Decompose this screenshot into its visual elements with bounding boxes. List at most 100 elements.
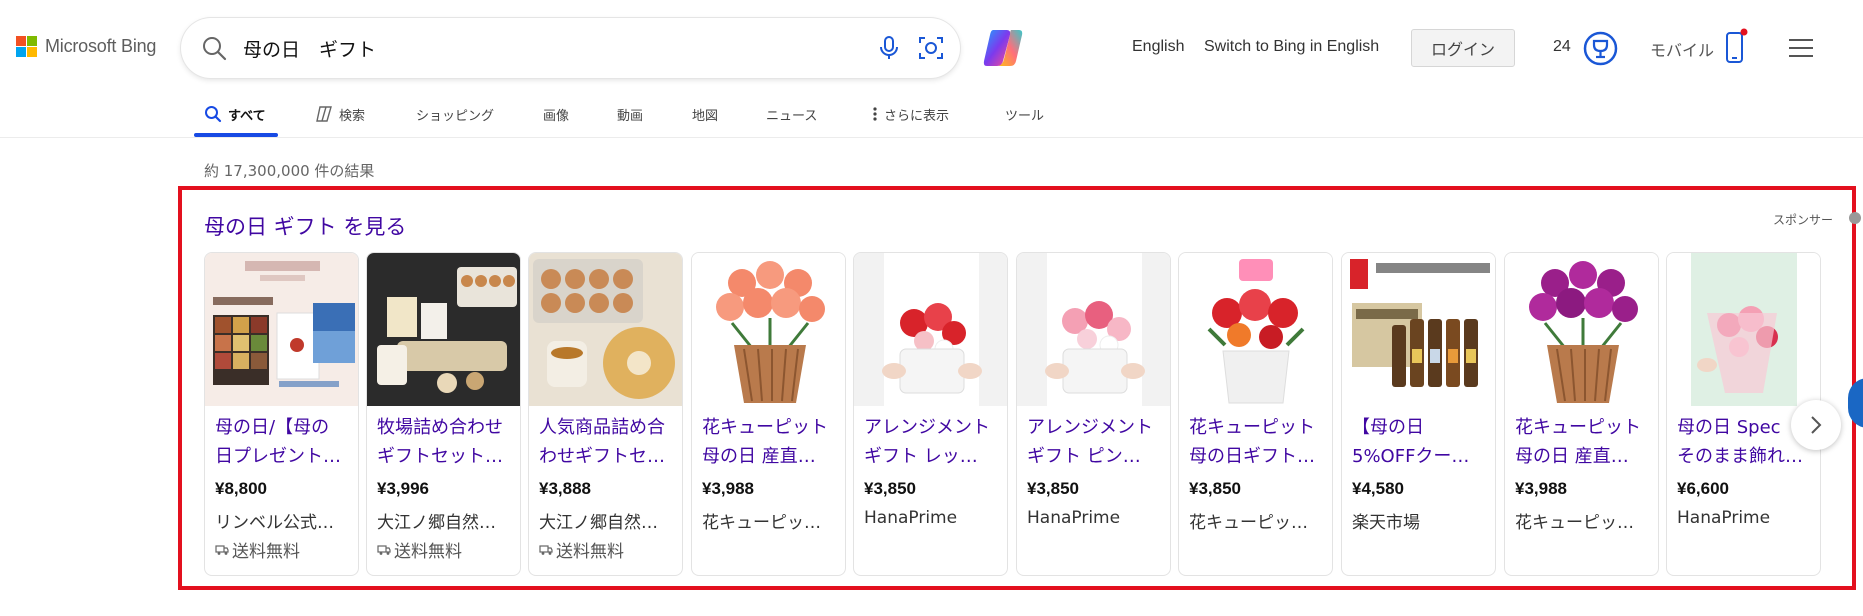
free-shipping: 送料無料 [539, 537, 624, 562]
english-link[interactable]: English [1132, 38, 1184, 56]
product-seller: 花キューピッ… [702, 513, 821, 533]
product-price: ¥6,600 [1677, 479, 1729, 498]
truck-icon [215, 544, 229, 555]
product-seller: HanaPrime [1677, 508, 1771, 528]
mobile-label[interactable]: モバイル [1650, 37, 1714, 61]
header: Microsoft Bing 母の日 ギフト English Switch to… [0, 0, 1863, 80]
tab-label: 検索 [339, 108, 366, 124]
tab-images[interactable]: 画像 [543, 90, 569, 138]
microphone-icon[interactable] [875, 34, 903, 62]
product-card[interactable]: 花キューピット 母の日ギフト… ¥3,850 花キューピッ… [1178, 252, 1333, 576]
search-input[interactable]: 母の日 ギフト [243, 35, 376, 62]
product-seller: HanaPrime [864, 508, 958, 528]
product-title[interactable]: 花キューピット 母の日ギフト… [1189, 413, 1329, 471]
sponsor-label: スポンサー [1773, 213, 1834, 227]
copilot-icon[interactable] [981, 28, 1025, 68]
product-title[interactable]: 【母の日 5%OFFクー… [1352, 413, 1492, 471]
carousel-next-button[interactable] [1791, 400, 1841, 450]
product-image[interactable] [1017, 253, 1171, 406]
logo-text: Microsoft Bing [45, 36, 157, 56]
tab-label: さらに表示 [884, 108, 950, 124]
product-image[interactable] [529, 253, 683, 406]
product-card[interactable]: 花キューピット 母の日 産直… ¥3,988 花キューピッ… [691, 252, 846, 576]
tab-label: すべて [228, 108, 266, 124]
product-price: ¥4,580 [1352, 479, 1404, 498]
tab-all[interactable]: すべて [204, 90, 266, 138]
tab-news[interactable]: ニュース [766, 90, 817, 138]
product-card[interactable]: 【母の日 5%OFFクー… ¥4,580 楽天市場 [1341, 252, 1496, 576]
product-price: ¥3,850 [864, 479, 916, 498]
product-seller: リンベル公式… [215, 513, 334, 533]
tab-label: ショッピング [416, 108, 495, 124]
product-title[interactable]: 人気商品詰め合 わせギフトセ… [539, 413, 679, 471]
chevron-right-icon [1811, 416, 1822, 434]
product-title[interactable]: 花キューピット 母の日 産直… [702, 413, 842, 471]
tab-shopping[interactable]: ショッピング [416, 90, 494, 138]
tab-copilot-search[interactable]: 検索 [315, 90, 365, 138]
product-card[interactable]: アレンジメント ギフト ピン… ¥3,850 HanaPrime [1016, 252, 1171, 576]
product-image[interactable] [1179, 253, 1333, 406]
product-image[interactable] [205, 253, 359, 406]
truck-icon [377, 544, 391, 555]
product-card[interactable]: 牧場詰め合わせ ギフトセット… ¥3,996 大江ノ郷自然… 送料無料 [366, 252, 521, 576]
product-image[interactable] [854, 253, 1008, 406]
product-title[interactable]: 牧場詰め合わせ ギフトセット… [377, 413, 517, 471]
product-price: ¥8,800 [215, 479, 267, 498]
tab-label: 画像 [543, 108, 570, 124]
info-icon[interactable] [1849, 212, 1861, 224]
bing-logo[interactable]: Microsoft Bing [16, 36, 156, 57]
rewards-count[interactable]: 24 [1553, 38, 1571, 56]
tab-tools[interactable]: ツール [1005, 90, 1044, 138]
hamburger-menu-icon[interactable] [1788, 38, 1814, 58]
product-image[interactable] [1505, 253, 1659, 406]
search-icon[interactable] [201, 35, 227, 61]
product-title[interactable]: アレンジメント ギフト ピン… [1027, 413, 1167, 471]
more-vertical-icon [873, 107, 877, 121]
product-title[interactable]: 花キューピット 母の日 産直… [1515, 413, 1655, 471]
product-seller: HanaPrime [1027, 508, 1121, 528]
product-card[interactable]: 花キューピット 母の日 産直… ¥3,988 花キューピッ… [1504, 252, 1659, 576]
vertical-nav: すべて 検索 ショッピング 画像 動画 地図 ニュース さらに表示 ツール [0, 90, 1863, 138]
product-card[interactable]: アレンジメント ギフト レッ… ¥3,850 HanaPrime [853, 252, 1008, 576]
product-price: ¥3,888 [539, 479, 591, 498]
copilot-outline-icon [316, 106, 332, 122]
tab-label: ニュース [766, 108, 818, 124]
login-button[interactable]: ログイン [1411, 29, 1515, 67]
product-seller: 楽天市場 [1352, 513, 1420, 533]
product-title[interactable]: アレンジメント ギフト レッ… [864, 413, 1004, 471]
product-title[interactable]: 母の日/【母の 日プレゼント… [215, 413, 355, 471]
product-card[interactable]: 人気商品詰め合 わせギフトセ… ¥3,888 大江ノ郷自然… 送料無料 [528, 252, 683, 576]
tab-label: ツール [1005, 108, 1045, 124]
product-image[interactable] [692, 253, 846, 406]
truck-icon [539, 544, 553, 555]
tab-more[interactable]: さらに表示 [872, 90, 949, 138]
tab-label: 地図 [692, 108, 719, 124]
search-icon [205, 106, 222, 123]
visual-search-icon[interactable] [917, 34, 945, 62]
product-price: ¥3,850 [1189, 479, 1241, 498]
product-image[interactable] [1667, 253, 1821, 406]
tab-videos[interactable]: 動画 [617, 90, 643, 138]
tab-label: 動画 [617, 108, 644, 124]
product-seller: 大江ノ郷自然… [377, 513, 496, 533]
active-tab-indicator [194, 133, 278, 137]
product-price: ¥3,850 [1027, 479, 1079, 498]
product-image[interactable] [367, 253, 521, 406]
tab-maps[interactable]: 地図 [692, 90, 718, 138]
rewards-trophy-icon[interactable] [1583, 31, 1618, 66]
result-count: 約 17,300,000 件の結果 [204, 162, 375, 180]
product-card[interactable]: 母の日/【母の 日プレゼント… ¥8,800 リンベル公式… 送料無料 [204, 252, 359, 576]
microsoft-logo-icon [16, 36, 37, 57]
product-image[interactable] [1342, 253, 1496, 406]
switch-language-link[interactable]: Switch to Bing in English [1204, 38, 1379, 56]
product-price: ¥3,996 [377, 479, 429, 498]
mobile-phone-icon[interactable] [1724, 28, 1748, 66]
product-price: ¥3,988 [702, 479, 754, 498]
product-carousel: 母の日/【母の 日プレゼント… ¥8,800 リンベル公式… 送料無料 牧場詰め… [204, 252, 1824, 578]
shopping-title[interactable]: 母の日 ギフト を見る [204, 211, 406, 241]
search-box[interactable]: 母の日 ギフト [181, 18, 960, 78]
free-shipping: 送料無料 [215, 537, 300, 562]
product-seller: 花キューピッ… [1515, 513, 1634, 533]
product-price: ¥3,988 [1515, 479, 1567, 498]
product-seller: 大江ノ郷自然… [539, 513, 658, 533]
